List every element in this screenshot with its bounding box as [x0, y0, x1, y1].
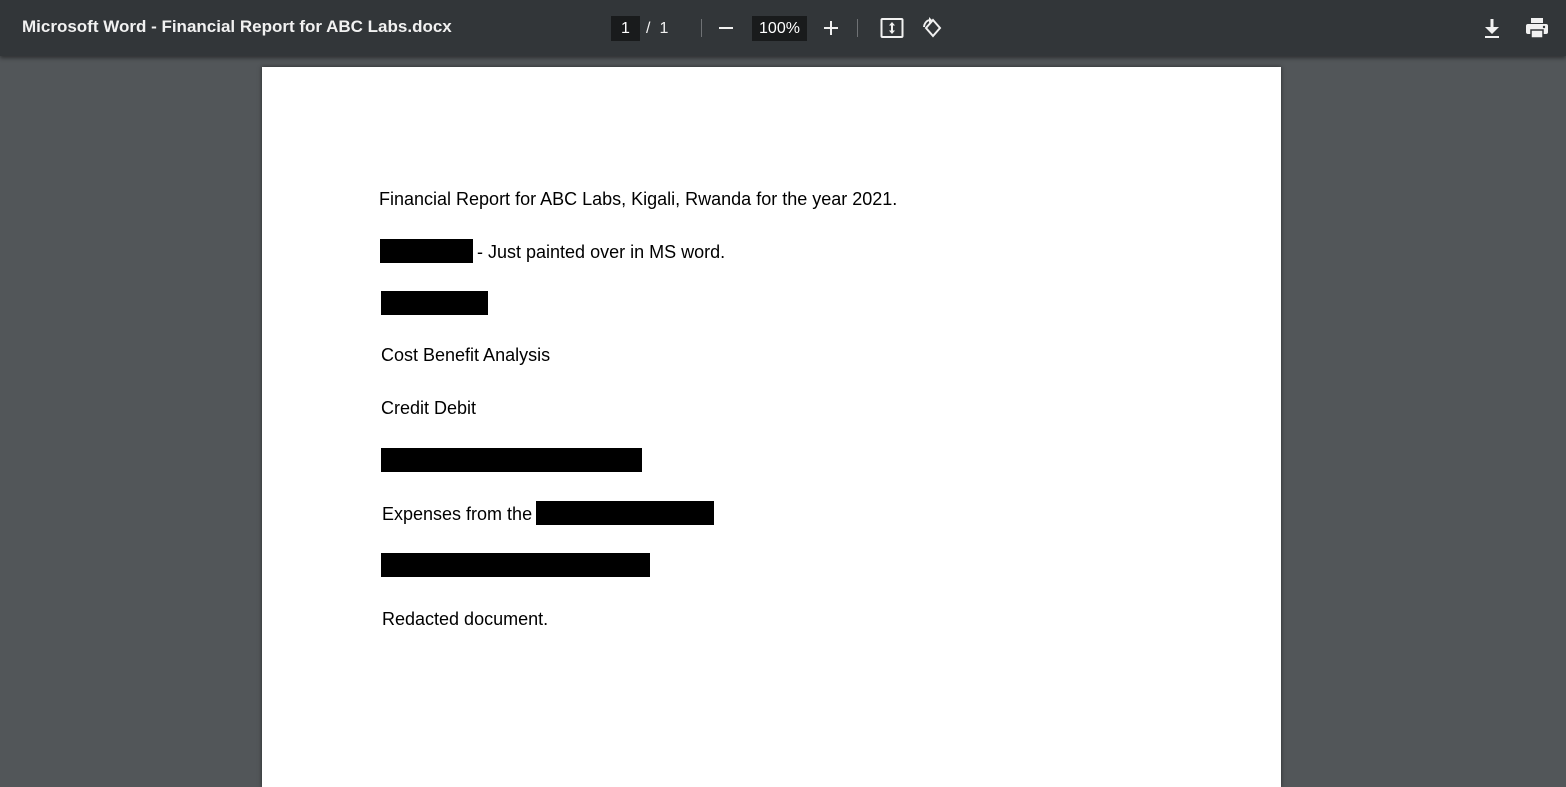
zoom-input[interactable]: 100% — [752, 16, 807, 41]
fit-page-button[interactable] — [878, 14, 906, 42]
download-icon — [1485, 19, 1499, 38]
current-page-input[interactable]: 1 — [611, 16, 640, 41]
document-page: Financial Report for ABC Labs, Kigali, R… — [262, 67, 1281, 787]
plus-icon — [824, 21, 838, 35]
zoom-in-button[interactable] — [817, 14, 845, 42]
report-heading: Financial Report for ABC Labs, Kigali, R… — [379, 189, 898, 209]
pdf-toolbar: Microsoft Word - Financial Report for AB… — [0, 0, 1566, 56]
toolbar-divider — [701, 19, 702, 37]
redaction-box — [381, 553, 650, 577]
expenses-line: Expenses from the — [382, 504, 533, 524]
download-button[interactable] — [1478, 14, 1506, 42]
total-pages: 1 — [659, 19, 669, 37]
print-icon — [1526, 18, 1548, 39]
credit-debit-line: Credit Debit — [381, 398, 477, 418]
redacted-document-line: Redacted document. — [382, 609, 549, 629]
page-separator: / — [646, 19, 651, 37]
painted-over-note: - Just painted over in MS word. — [477, 242, 726, 262]
print-button[interactable] — [1523, 14, 1551, 42]
redaction-box — [380, 239, 473, 263]
toolbar-divider — [857, 19, 858, 37]
document-title: Microsoft Word - Financial Report for AB… — [22, 17, 452, 36]
redaction-box — [536, 501, 714, 525]
rotate-icon — [923, 17, 942, 38]
page-controls: 1 / 1 — [611, 16, 668, 41]
cost-benefit-line: Cost Benefit Analysis — [381, 345, 551, 365]
minus-icon — [719, 27, 733, 29]
redaction-box — [381, 448, 642, 472]
redaction-box — [381, 291, 488, 315]
document-viewer[interactable]: Financial Report for ABC Labs, Kigali, R… — [0, 56, 1566, 787]
zoom-out-button[interactable] — [712, 14, 740, 42]
fit-page-icon — [880, 18, 904, 38]
rotate-button[interactable] — [918, 14, 946, 42]
